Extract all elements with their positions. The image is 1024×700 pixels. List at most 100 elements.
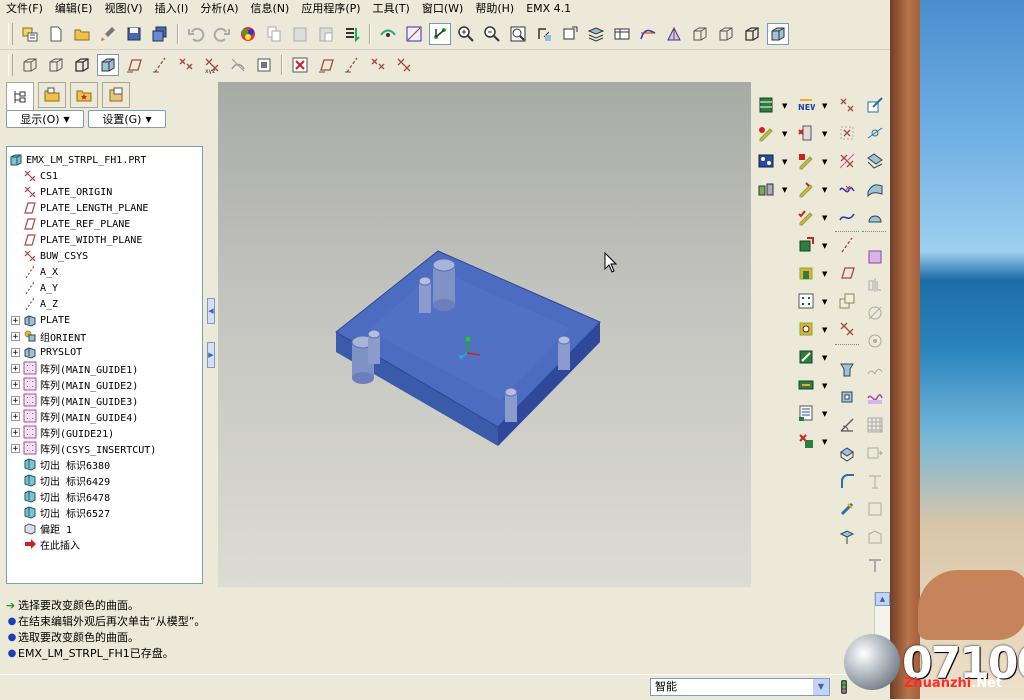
selection-filter-dropdown[interactable]: 智能 ▼ <box>650 678 830 696</box>
cooling-icon[interactable] <box>795 430 817 452</box>
tree-node[interactable]: + 阵列(MAIN_GUIDE4) <box>11 408 138 424</box>
datum-plane-icon[interactable] <box>836 262 858 284</box>
chevron-down-icon[interactable]: ▼ <box>822 102 827 110</box>
spin-center-icon[interactable] <box>377 23 399 45</box>
merge-icon[interactable] <box>836 290 858 312</box>
tree-node[interactable]: BUW_CSYS <box>11 248 88 264</box>
spin-center-toggle-icon[interactable] <box>227 54 249 76</box>
datum-plane-display-icon[interactable] <box>403 23 425 45</box>
menu-item[interactable]: 工具(T) <box>367 1 416 17</box>
show-dropdown[interactable]: 显示(O) ▼ <box>6 110 84 128</box>
tree-root[interactable]: EMX_LM_STRPL_FH1.PRT <box>9 152 146 168</box>
tree-node[interactable]: 偏距 1 <box>11 520 72 536</box>
cosmetic-icon[interactable] <box>864 526 886 548</box>
tree-node[interactable]: + PRYSLOT <box>11 344 82 360</box>
expand-node-icon[interactable]: + <box>11 363 20 373</box>
datum-planes-toggle-icon[interactable] <box>123 54 145 76</box>
assembly-icon[interactable] <box>755 94 777 116</box>
chevron-down-icon[interactable]: ▼ <box>822 326 827 334</box>
extrude-icon[interactable] <box>836 358 858 380</box>
settings-dropdown[interactable]: 设置(G) ▼ <box>88 110 166 128</box>
surface-offset-icon[interactable] <box>864 150 886 172</box>
shading-icon[interactable] <box>767 23 789 45</box>
menu-item[interactable]: 编辑(E) <box>49 1 99 17</box>
tree-node[interactable]: A_X <box>11 264 58 280</box>
tree-node[interactable]: PLATE_WIDTH_PLANE <box>11 232 142 248</box>
field-point-icon[interactable] <box>836 178 858 200</box>
menu-item[interactable]: 插入(I) <box>149 1 195 17</box>
paste-special-icon[interactable] <box>315 23 337 45</box>
select-window-icon[interactable] <box>19 23 41 45</box>
reorient-icon[interactable] <box>533 23 555 45</box>
expand-node-icon[interactable]: + <box>11 395 20 405</box>
chevron-down-icon[interactable]: ▼ <box>822 186 827 194</box>
tree-node[interactable]: 切出 标识6527 <box>11 504 110 520</box>
angle-pin-icon[interactable] <box>795 346 817 368</box>
insert-component-icon[interactable] <box>795 234 817 256</box>
tree-node[interactable]: CS1 <box>11 168 58 184</box>
datum-axis-tool-icon[interactable] <box>341 54 363 76</box>
tab-folder-browser[interactable] <box>38 82 66 108</box>
pattern-tool-icon[interactable] <box>795 290 817 312</box>
graphics-window[interactable] <box>218 82 751 587</box>
expand-node-icon[interactable]: + <box>11 411 20 421</box>
offset-point-icon[interactable] <box>836 150 858 172</box>
tree-node[interactable]: 在此插入 <box>11 536 80 552</box>
chevron-down-icon[interactable]: ▼ <box>813 679 829 695</box>
no-hidden-icon[interactable] <box>741 23 763 45</box>
datum-point-tool-icon[interactable] <box>367 54 389 76</box>
redo-icon[interactable] <box>211 23 233 45</box>
draft-icon[interactable] <box>836 498 858 520</box>
check-feature-icon[interactable] <box>795 206 817 228</box>
chevron-down-icon[interactable]: ▼ <box>822 242 827 250</box>
saved-views-icon[interactable] <box>559 23 581 45</box>
boundary-blend-icon[interactable] <box>864 178 886 200</box>
close-window-icon[interactable] <box>289 54 311 76</box>
tree-node[interactable]: 切出 标识6380 <box>11 456 110 472</box>
tree-node[interactable]: + 阵列(MAIN_GUIDE3) <box>11 392 138 408</box>
menu-item[interactable]: 帮助(H) <box>469 1 520 17</box>
chevron-down-icon[interactable]: ▼ <box>822 158 827 166</box>
rib-icon[interactable] <box>864 498 886 520</box>
sweep-icon[interactable] <box>836 414 858 436</box>
save-icon[interactable] <box>123 23 145 45</box>
tree-node[interactable]: A_Z <box>11 296 58 312</box>
hole-icon[interactable] <box>836 442 858 464</box>
layers-icon[interactable] <box>585 23 607 45</box>
copy-icon[interactable] <box>263 23 285 45</box>
chevron-down-icon[interactable]: ▼ <box>822 354 827 362</box>
warp-icon[interactable] <box>864 386 886 408</box>
intersect-icon[interactable] <box>864 358 886 380</box>
move-component-icon[interactable] <box>795 178 817 200</box>
paste-icon[interactable] <box>289 23 311 45</box>
plate-insert-icon[interactable] <box>795 262 817 284</box>
paint-brush-icon[interactable] <box>97 23 119 45</box>
edit-feature-icon[interactable] <box>755 122 777 144</box>
expand-node-icon[interactable]: + <box>11 379 20 389</box>
tree-node[interactable]: A_Y <box>11 280 58 296</box>
component-group-icon[interactable] <box>755 178 777 200</box>
shell-icon[interactable] <box>836 526 858 548</box>
menu-item[interactable]: 信息(N) <box>245 1 296 17</box>
expand-right-icon[interactable]: ▶ <box>207 342 215 368</box>
tree-node[interactable]: + 阵列(CSYS_INSERTCUT) <box>11 440 156 456</box>
chevron-down-icon[interactable]: ▼ <box>782 186 787 194</box>
sketch-display-icon[interactable] <box>663 23 685 45</box>
collapse-left-icon[interactable]: ◀ <box>207 298 215 324</box>
datum-plane-tool-icon[interactable] <box>315 54 337 76</box>
tree-node[interactable]: + PLATE <box>11 312 70 328</box>
open-folder-icon[interactable] <box>71 23 93 45</box>
chevron-down-icon[interactable]: ▼ <box>822 382 827 390</box>
zoom-in-icon[interactable] <box>455 23 477 45</box>
expand-node-icon[interactable]: + <box>11 347 20 357</box>
expand-node-icon[interactable]: + <box>11 443 20 453</box>
menu-item[interactable]: EMX 4.1 <box>520 1 577 17</box>
sketch-tool-icon[interactable] <box>864 94 886 116</box>
mold-base-icon[interactable] <box>755 150 777 172</box>
slider-icon[interactable] <box>795 374 817 396</box>
chevron-down-icon[interactable]: ▼ <box>822 130 827 138</box>
tab-favorites[interactable] <box>70 82 98 108</box>
hidden-line-icon[interactable] <box>45 54 67 76</box>
save-as-icon[interactable] <box>149 23 171 45</box>
wireframe-icon[interactable] <box>19 54 41 76</box>
